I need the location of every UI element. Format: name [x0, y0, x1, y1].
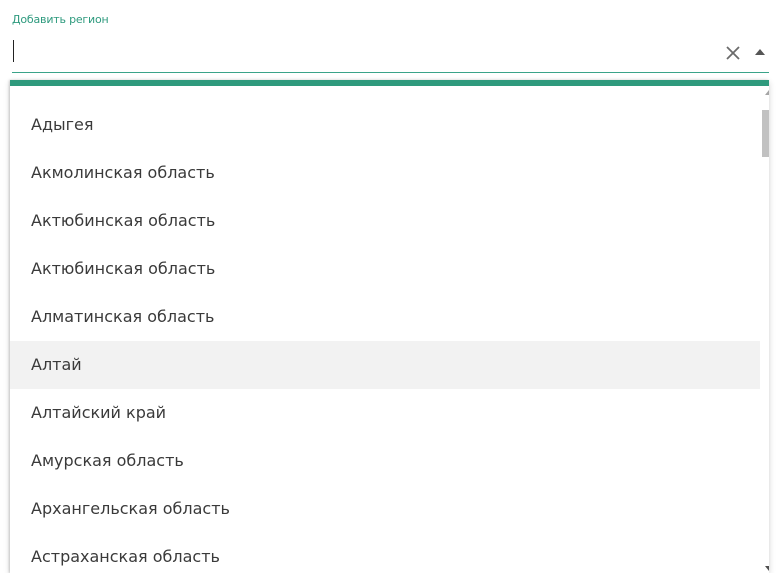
scrollbar[interactable]: [760, 86, 769, 573]
list-item[interactable]: Акмолинская область: [10, 149, 760, 197]
list-item[interactable]: Амурская область: [10, 437, 760, 485]
scroll-up-arrow-icon[interactable]: [765, 90, 769, 95]
region-search-input[interactable]: [12, 40, 702, 64]
field-label: Добавить регион: [12, 13, 109, 26]
caret-up-icon: [755, 49, 765, 55]
region-options-list: Адыгея Акмолинская область Актюбинская о…: [10, 86, 760, 573]
dropdown-toggle-button[interactable]: [752, 44, 768, 60]
list-item[interactable]: Актюбинская область: [10, 197, 760, 245]
list-item[interactable]: Адыгея: [10, 101, 760, 149]
list-item[interactable]: Алтай: [10, 341, 760, 389]
clear-button[interactable]: [722, 42, 744, 64]
region-select[interactable]: Добавить регион: [12, 0, 769, 74]
text-cursor: [13, 40, 14, 62]
scroll-down-arrow-icon[interactable]: [765, 566, 769, 571]
list-item[interactable]: Алтайский край: [10, 389, 760, 437]
list-item[interactable]: Архангельская область: [10, 485, 760, 533]
list-item[interactable]: Алматинская область: [10, 293, 760, 341]
list-item[interactable]: Астраханская область: [10, 533, 760, 573]
dropdown-panel: Адыгея Акмолинская область Актюбинская о…: [10, 80, 769, 573]
scrollbar-thumb[interactable]: [762, 110, 769, 157]
close-icon: [726, 46, 740, 60]
list-item[interactable]: Актюбинская область: [10, 245, 760, 293]
field-underline: [12, 72, 769, 73]
